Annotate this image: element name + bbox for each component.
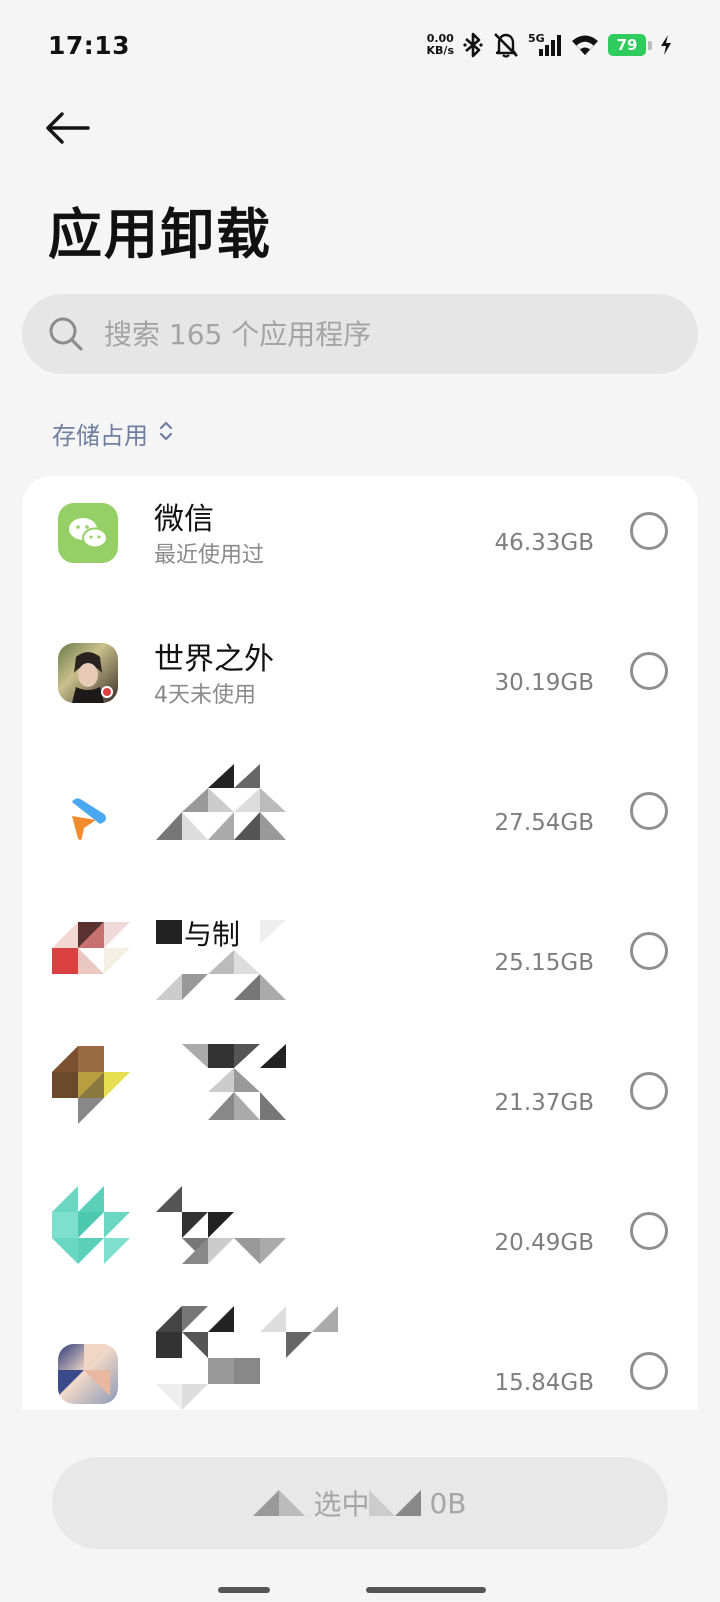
select-radio[interactable] <box>630 1352 668 1390</box>
redacted-mosaic <box>253 1490 306 1516</box>
gesture-bar-left <box>218 1587 270 1593</box>
redacted-name-mosaic <box>156 1044 316 1128</box>
wifi-icon <box>570 33 600 57</box>
status-bar: 17:13 0.00 KB/s 5G 79 <box>0 0 720 90</box>
charging-icon <box>660 34 672 56</box>
uninstall-size: 0B <box>429 1486 467 1520</box>
app-list: 微信 最近使用过 46.33GB 世界之外 4天未使用 30.19GB 27.5… <box>22 476 698 1426</box>
app-text: 世界之外 4天未使用 <box>154 640 274 712</box>
app-size: 30.19GB <box>494 670 594 696</box>
signal-5g-icon: 5G <box>528 32 562 58</box>
app-row[interactable]: 世界之外 4天未使用 30.19GB <box>22 616 698 756</box>
svg-text:与制: 与制 <box>184 918 240 951</box>
redacted-name-mosaic: 与制 <box>156 914 316 1008</box>
page-title: 应用卸载 <box>48 203 272 266</box>
redacted-name-mosaic <box>156 1306 346 1420</box>
redacted-mosaic <box>369 1490 422 1516</box>
search-bar[interactable] <box>22 294 698 374</box>
battery-cap <box>648 40 652 50</box>
status-icons: 0.00 KB/s 5G 79 <box>427 32 672 58</box>
redacted-icon-mosaic <box>52 1046 132 1130</box>
app-row[interactable]: 微信 最近使用过 46.33GB <box>22 476 698 616</box>
select-radio[interactable] <box>630 1212 668 1250</box>
net-speed: 0.00 KB/s <box>427 33 454 57</box>
app-row[interactable]: 20.49GB <box>22 1176 698 1316</box>
arrow-left-icon <box>44 111 90 149</box>
app-row[interactable]: 21.37GB <box>22 1036 698 1176</box>
app-name: 世界之外 <box>154 642 274 677</box>
app-size: 25.15GB <box>494 950 594 976</box>
back-button[interactable] <box>44 104 100 156</box>
home-indicator[interactable] <box>366 1587 486 1593</box>
bottom-divider <box>0 1410 720 1450</box>
wechat-icon <box>58 503 118 563</box>
sort-updown-icon <box>158 420 174 448</box>
app-text: 微信 最近使用过 <box>154 500 264 572</box>
app-last-used: 最近使用过 <box>154 543 265 568</box>
blue-orange-arrow-icon <box>66 796 110 840</box>
select-radio[interactable] <box>630 932 668 970</box>
app-size: 46.33GB <box>494 530 594 556</box>
app-row[interactable]: 27.54GB <box>22 756 698 896</box>
battery-level: 79 <box>608 34 646 56</box>
app-size: 20.49GB <box>494 1230 594 1256</box>
bell-muted-icon <box>492 32 520 58</box>
app-row[interactable]: 与制 25.15GB <box>22 896 698 1036</box>
svg-text:5G: 5G <box>528 32 545 45</box>
uninstall-selected-button[interactable]: 选中 0B <box>52 1457 668 1549</box>
app-name: 微信 <box>154 502 214 537</box>
status-time: 17:13 <box>48 30 131 60</box>
redacted-name-mosaic <box>156 764 296 848</box>
redacted-name-mosaic <box>156 1186 296 1270</box>
app-size: 15.84GB <box>494 1370 594 1396</box>
search-icon <box>46 314 86 354</box>
app-size: 27.54GB <box>494 810 594 836</box>
select-radio[interactable] <box>630 792 668 830</box>
app-uninstall-page: 17:13 0.00 KB/s 5G 79 应用卸载 搜索 165 个应用程序 … <box>0 0 720 1602</box>
redacted-icon <box>58 1344 118 1404</box>
app-last-used: 4天未使用 <box>154 683 256 708</box>
sort-label: 存储占用 <box>52 422 148 450</box>
battery-indicator: 79 <box>608 34 652 56</box>
net-speed-unit: KB/s <box>426 44 454 57</box>
select-radio[interactable] <box>630 512 668 550</box>
redacted-icon-mosaic <box>52 922 132 980</box>
search-input[interactable] <box>104 317 664 351</box>
sort-dropdown[interactable]: 存储占用 <box>52 416 174 451</box>
app-size: 21.37GB <box>494 1090 594 1116</box>
bluetooth-icon <box>462 32 484 58</box>
select-radio[interactable] <box>630 1072 668 1110</box>
select-radio[interactable] <box>630 652 668 690</box>
uninstall-label: 选中 <box>313 1488 370 1521</box>
redacted-icon-mosaic <box>52 1186 132 1270</box>
game-portrait-icon <box>58 643 118 703</box>
